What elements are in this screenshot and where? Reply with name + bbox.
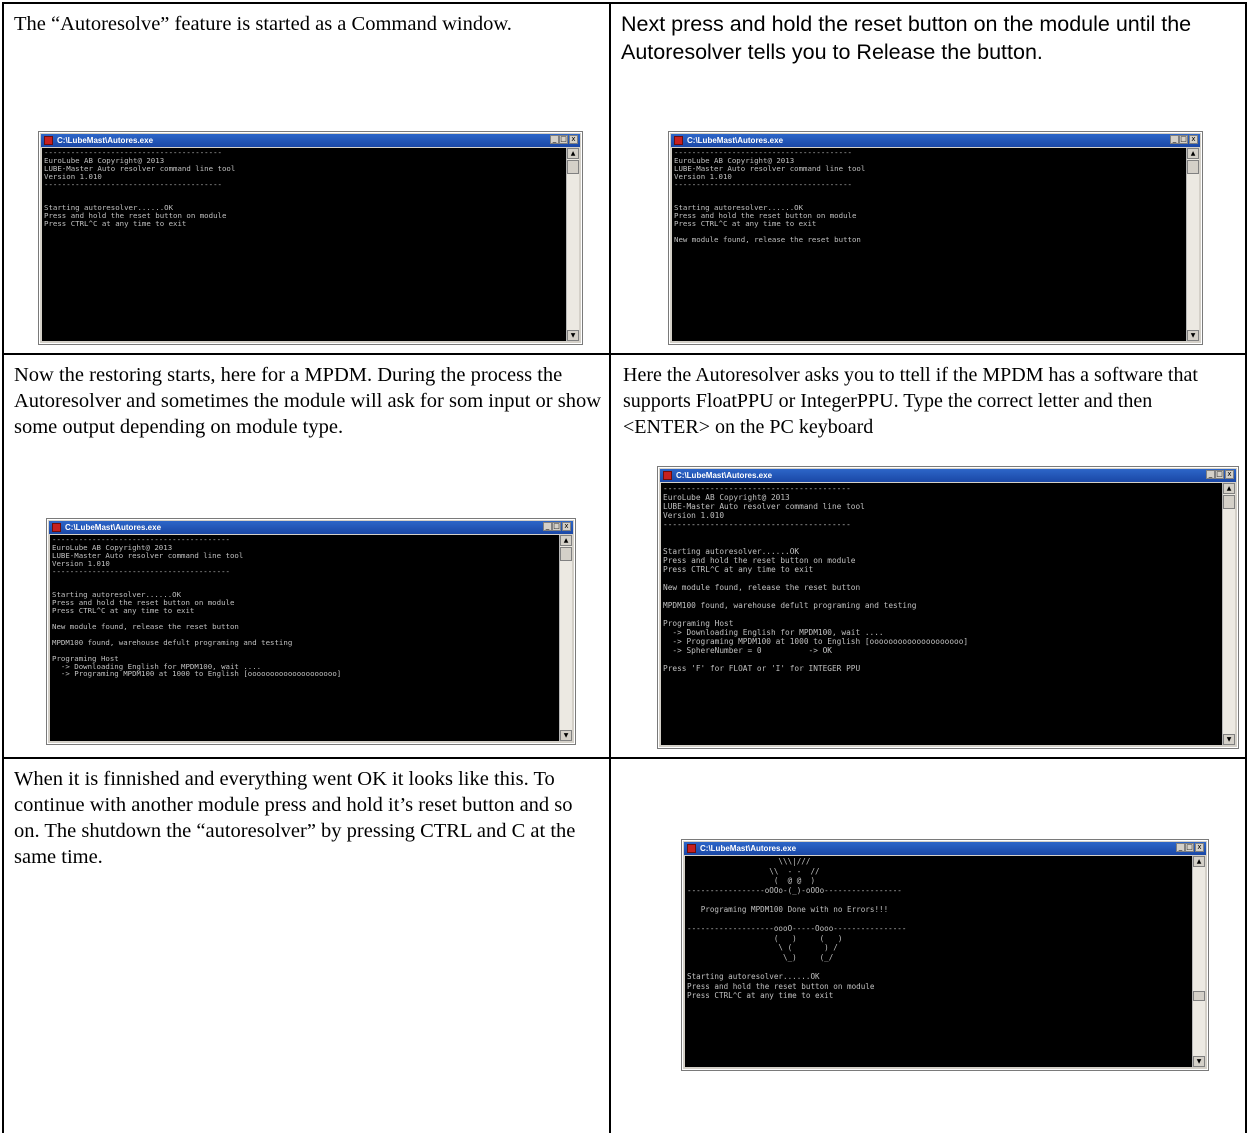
vertical-scrollbar[interactable]: ▲ ▼: [1192, 856, 1205, 1067]
close-icon[interactable]: x: [562, 522, 571, 531]
scroll-thumb[interactable]: [560, 547, 572, 561]
minimize-icon[interactable]: _: [1176, 843, 1185, 852]
vertical-scrollbar[interactable]: ▲ ▼: [1186, 148, 1199, 341]
close-icon[interactable]: x: [1225, 470, 1234, 479]
app-icon: [52, 523, 61, 532]
close-icon[interactable]: x: [1189, 135, 1198, 144]
title-bar[interactable]: C:\LubeMast\Autores.exe _ □ x: [671, 134, 1200, 147]
window-title: C:\LubeMast\Autores.exe: [687, 136, 784, 145]
cell-step-2: Next press and hold the reset button on …: [611, 4, 1247, 355]
minimize-icon[interactable]: _: [1206, 470, 1215, 479]
scroll-down-icon[interactable]: ▼: [1193, 1056, 1205, 1067]
minimize-icon[interactable]: _: [550, 135, 559, 144]
cell-step-3: Now the restoring starts, here for a MPD…: [4, 355, 611, 759]
scroll-up-icon[interactable]: ▲: [1223, 483, 1235, 494]
maximize-icon[interactable]: □: [1179, 135, 1188, 144]
maximize-icon[interactable]: □: [1215, 470, 1224, 479]
close-icon[interactable]: x: [1195, 843, 1204, 852]
maximize-icon[interactable]: □: [559, 135, 568, 144]
cell-step-1: The “Autoresolve” feature is started as …: [4, 4, 611, 355]
title-bar[interactable]: C:\LubeMast\Autores.exe _ □ x: [41, 134, 580, 147]
scroll-up-icon[interactable]: ▲: [1187, 148, 1199, 159]
close-icon[interactable]: x: [569, 135, 578, 144]
console-window-3: C:\LubeMast\Autores.exe _ □ x ----------…: [46, 518, 576, 745]
scroll-down-icon[interactable]: ▼: [1223, 734, 1235, 745]
cell-step-4: Here the Autoresolver asks you to ttell …: [611, 355, 1247, 759]
scroll-up-icon[interactable]: ▲: [560, 535, 572, 546]
app-icon: [663, 471, 672, 480]
console-output[interactable]: \\\|/// \\ - - // ( @ @ ) --------------…: [685, 856, 1192, 1067]
app-icon: [674, 136, 683, 145]
app-icon: [687, 844, 696, 853]
maximize-icon[interactable]: □: [1185, 843, 1194, 852]
vertical-scrollbar[interactable]: ▲ ▼: [566, 148, 579, 341]
step-4-text: Here the Autoresolver asks you to ttell …: [623, 364, 1198, 438]
vertical-scrollbar[interactable]: ▲ ▼: [559, 535, 572, 741]
scroll-thumb[interactable]: [1223, 495, 1235, 509]
maximize-icon[interactable]: □: [552, 522, 561, 531]
scroll-down-icon[interactable]: ▼: [1187, 330, 1199, 341]
minimize-icon[interactable]: _: [1170, 135, 1179, 144]
minimize-icon[interactable]: _: [543, 522, 552, 531]
title-bar[interactable]: C:\LubeMast\Autores.exe _ □ x: [660, 469, 1236, 482]
console-text: \\\|/// \\ - - // ( @ @ ) --------------…: [687, 857, 907, 1001]
window-title: C:\LubeMast\Autores.exe: [65, 523, 162, 532]
window-title: C:\LubeMast\Autores.exe: [57, 136, 154, 145]
instruction-table: The “Autoresolve” feature is started as …: [2, 2, 1247, 1133]
step-3-text: Now the restoring starts, here for a MPD…: [14, 364, 602, 438]
console-window-1: C:\LubeMast\Autores.exe _ □ x ----------…: [38, 131, 583, 345]
cell-step-5-image: C:\LubeMast\Autores.exe _ □ x \\\|/// \\…: [611, 759, 1247, 1133]
window-title: C:\LubeMast\Autores.exe: [676, 471, 773, 480]
console-output[interactable]: ----------------------------------------…: [661, 483, 1222, 745]
console-output[interactable]: ----------------------------------------…: [672, 148, 1186, 341]
scroll-up-icon[interactable]: ▲: [1193, 856, 1205, 867]
step-2-text: Next press and hold the reset button on …: [621, 12, 1192, 64]
window-title: C:\LubeMast\Autores.exe: [700, 844, 797, 853]
scroll-thumb[interactable]: [567, 160, 579, 174]
console-text: ----------------------------------------…: [52, 535, 342, 679]
step-5-text: When it is finnished and everything went…: [14, 768, 576, 868]
console-text: ----------------------------------------…: [44, 148, 236, 229]
console-text: ----------------------------------------…: [663, 484, 969, 673]
console-text: ----------------------------------------…: [674, 148, 866, 244]
scroll-thumb[interactable]: [1187, 160, 1199, 174]
cell-step-5: When it is finnished and everything went…: [4, 759, 611, 1133]
console-output[interactable]: ----------------------------------------…: [50, 535, 559, 741]
scroll-up-icon[interactable]: ▲: [567, 148, 579, 159]
console-output[interactable]: ----------------------------------------…: [42, 148, 566, 341]
scroll-thumb[interactable]: [1193, 991, 1205, 1001]
title-bar[interactable]: C:\LubeMast\Autores.exe _ □ x: [684, 842, 1206, 855]
console-window-2: C:\LubeMast\Autores.exe _ □ x ----------…: [668, 131, 1203, 345]
console-window-4: C:\LubeMast\Autores.exe _ □ x ----------…: [657, 466, 1239, 749]
console-window-5: C:\LubeMast\Autores.exe _ □ x \\\|/// \\…: [681, 839, 1209, 1071]
scroll-down-icon[interactable]: ▼: [560, 730, 572, 741]
scroll-down-icon[interactable]: ▼: [567, 330, 579, 341]
app-icon: [44, 136, 53, 145]
step-1-text: The “Autoresolve” feature is started as …: [14, 13, 512, 35]
title-bar[interactable]: C:\LubeMast\Autores.exe _ □ x: [49, 521, 573, 534]
vertical-scrollbar[interactable]: ▲ ▼: [1222, 483, 1235, 745]
